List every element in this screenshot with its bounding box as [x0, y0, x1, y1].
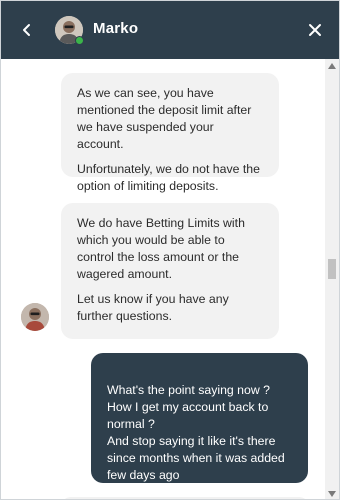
message-list[interactable]: As we can see, you have mentioned the de… — [1, 59, 327, 499]
agent-name: Marko — [93, 20, 139, 37]
agent-avatar — [21, 303, 49, 331]
triangle-down-icon — [328, 491, 336, 497]
agent-message: As we can see, you have mentioned the de… — [61, 73, 279, 193]
agent-message: We do have Betting Limits with which you… — [61, 203, 279, 339]
scrollbar-thumb[interactable] — [328, 259, 336, 279]
scrollbar[interactable] — [325, 59, 339, 499]
message-paragraph: Let us know if you have any further ques… — [77, 292, 229, 323]
chat-header: Marko — [1, 1, 339, 59]
scroll-up-button[interactable] — [325, 59, 339, 73]
triangle-up-icon — [328, 63, 336, 69]
message-paragraph: As we can see, you have mentioned the de… — [77, 86, 252, 151]
scroll-down-button[interactable] — [325, 487, 339, 499]
online-status-indicator — [75, 36, 84, 45]
back-button[interactable] — [15, 18, 39, 42]
close-button[interactable] — [303, 18, 327, 42]
message-paragraph: What's the point saying now ? How I get … — [107, 383, 285, 482]
close-icon — [309, 24, 321, 36]
chat-window: Marko As we can see, you have mentioned … — [0, 0, 340, 500]
message-paragraph: Unfortunately, we do not have the option… — [77, 162, 260, 193]
message-paragraph: We do have Betting Limits with which you… — [77, 216, 245, 281]
chevron-left-icon — [23, 24, 30, 36]
user-message: What's the point saying now ? How I get … — [91, 353, 308, 483]
